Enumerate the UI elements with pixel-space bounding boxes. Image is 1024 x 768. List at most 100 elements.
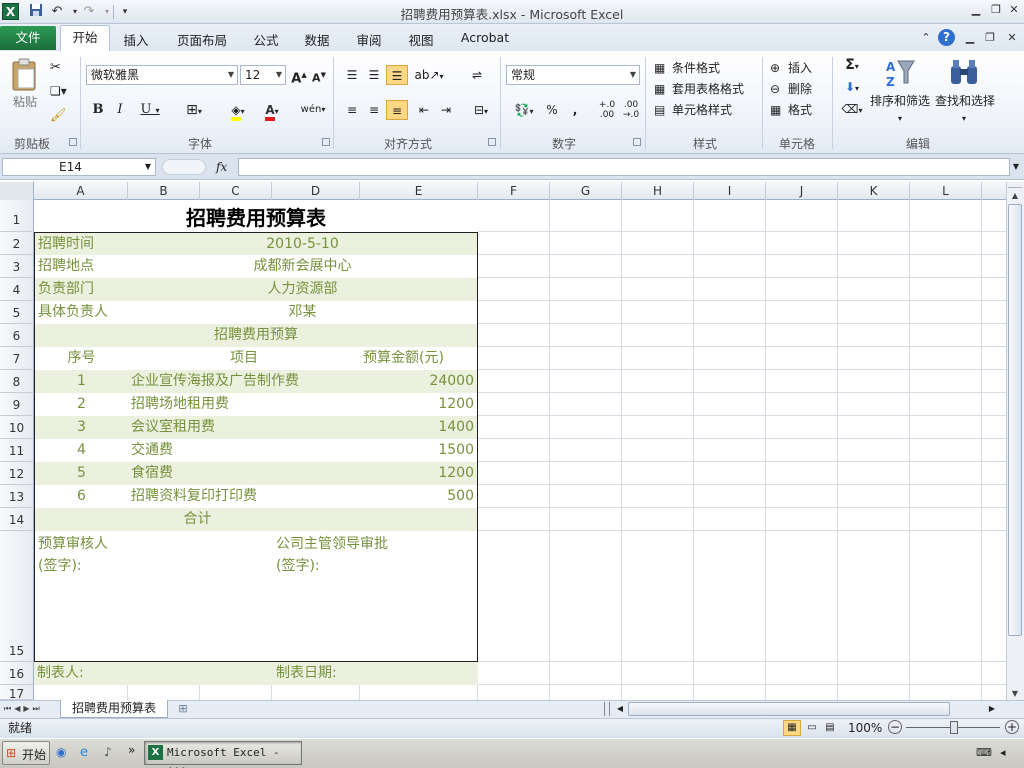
- maker-label[interactable]: 制表人:: [37, 662, 84, 684]
- row-header-10[interactable]: 10: [0, 416, 34, 439]
- column-header-j[interactable]: J: [766, 182, 838, 200]
- place-value[interactable]: 成都新会展中心: [128, 255, 478, 279]
- table-row-item[interactable]: 交通费: [128, 439, 361, 463]
- dept-value[interactable]: 人力资源部: [128, 278, 478, 302]
- page-layout-view-icon[interactable]: ▭: [803, 720, 821, 736]
- italic-icon[interactable]: I: [110, 100, 130, 120]
- horizontal-scroll-thumb[interactable]: [628, 702, 950, 716]
- bold-icon[interactable]: B: [88, 100, 108, 120]
- table-row-item[interactable]: 招聘资料复印打印费: [128, 485, 361, 509]
- tab-insert[interactable]: 插入: [118, 30, 154, 48]
- font-color-icon[interactable]: A▾: [256, 100, 288, 121]
- owner-value[interactable]: 邓某: [128, 301, 478, 325]
- table-row-amount[interactable]: 1400: [360, 416, 478, 440]
- tab-acrobat[interactable]: Acrobat: [456, 30, 514, 48]
- find-select-button[interactable]: 查找和选择: [934, 91, 996, 111]
- tab-formulas[interactable]: 公式: [248, 30, 284, 48]
- workbook-close-icon[interactable]: ✕: [1004, 30, 1020, 46]
- cut-icon[interactable]: ✂: [50, 60, 68, 76]
- wrap-text-icon[interactable]: ⇌: [466, 65, 488, 85]
- row-header-17[interactable]: 17: [0, 685, 34, 700]
- align-top-icon[interactable]: ☰: [342, 65, 362, 85]
- section-header[interactable]: 招聘费用预算: [34, 324, 478, 348]
- media-icon[interactable]: ♪: [104, 745, 120, 761]
- borders-icon[interactable]: ⊞▾: [178, 100, 210, 120]
- fill-icon[interactable]: ⬇▾: [840, 77, 864, 97]
- more-quicklaunch-icon[interactable]: »: [128, 743, 140, 759]
- font-name-combo[interactable]: 微软雅黑 ▼: [86, 65, 238, 85]
- shrink-font-icon[interactable]: A▼: [310, 65, 328, 85]
- sheet-nav-arrows-icon[interactable]: ⏮◀▶⏭: [4, 702, 56, 716]
- row-header-14[interactable]: 14: [0, 508, 34, 531]
- row-header-5[interactable]: 5: [0, 301, 34, 324]
- decrease-decimal-icon[interactable]: .00 →.0: [620, 100, 642, 120]
- zoom-slider-thumb[interactable]: [950, 721, 958, 734]
- zoom-level[interactable]: 100%: [848, 720, 882, 736]
- copy-icon[interactable]: ❏▾: [50, 84, 74, 100]
- paste-icon[interactable]: [10, 58, 40, 92]
- formula-input[interactable]: [238, 158, 1010, 176]
- increase-indent-icon[interactable]: ⇥: [436, 100, 456, 120]
- grow-font-icon[interactable]: A▲: [290, 65, 308, 86]
- dept-label[interactable]: 负责部门: [34, 278, 129, 302]
- row-header-1[interactable]: 1: [0, 200, 34, 232]
- table-row-amount[interactable]: 1200: [360, 393, 478, 417]
- keyboard-icon[interactable]: ⌨: [976, 746, 994, 760]
- minimize-icon[interactable]: ▁: [968, 2, 984, 18]
- table-row-no[interactable]: 4: [34, 439, 129, 463]
- clipboard-launcher-icon[interactable]: [69, 138, 77, 146]
- row-header-3[interactable]: 3: [0, 255, 34, 278]
- column-header-i[interactable]: I: [694, 182, 766, 200]
- tab-file[interactable]: 文件: [0, 26, 56, 50]
- place-label[interactable]: 招聘地点: [34, 255, 129, 279]
- percent-button[interactable]: %: [542, 100, 562, 120]
- table-row-item[interactable]: 企业宣传海报及广告制作费: [128, 370, 361, 394]
- column-header-k[interactable]: K: [838, 182, 910, 200]
- row-header-7[interactable]: 7: [0, 347, 34, 370]
- fill-color-icon[interactable]: ◈▾: [222, 100, 254, 121]
- approver-block[interactable]: 公司主管领导审批 (签字):: [272, 531, 478, 662]
- time-value[interactable]: 2010-5-10: [128, 232, 478, 256]
- row-header-13[interactable]: 13: [0, 485, 34, 508]
- reviewer-block[interactable]: 预算审核人 (签字):: [34, 531, 273, 662]
- tab-home[interactable]: 开始: [60, 25, 110, 52]
- row-header-16[interactable]: 16: [0, 662, 34, 685]
- align-center-icon[interactable]: ≡: [364, 100, 384, 120]
- row-header-12[interactable]: 12: [0, 462, 34, 485]
- number-launcher-icon[interactable]: [633, 138, 641, 146]
- scroll-left-icon[interactable]: ◀: [614, 702, 626, 716]
- align-bottom-icon[interactable]: ☰: [386, 65, 408, 85]
- sort-filter-dropdown-icon[interactable]: ▾: [894, 109, 906, 129]
- sort-filter-button[interactable]: 排序和筛选: [869, 91, 931, 111]
- table-row-amount[interactable]: 1200: [360, 462, 478, 486]
- formula-bar-splitter[interactable]: [162, 159, 206, 175]
- align-right-icon[interactable]: ≡: [386, 100, 408, 120]
- header-no[interactable]: 序号: [34, 347, 129, 371]
- total-value-cell[interactable]: [360, 508, 478, 532]
- table-row-no[interactable]: 3: [34, 416, 129, 440]
- tray-expand-icon[interactable]: ◂: [1000, 746, 1020, 760]
- column-header-f[interactable]: F: [478, 182, 550, 200]
- owner-label[interactable]: 具体负责人: [34, 301, 129, 325]
- accounting-format-icon[interactable]: 💱▾: [508, 100, 540, 120]
- restore-icon[interactable]: ❐: [988, 2, 1004, 18]
- column-header-b[interactable]: B: [128, 182, 200, 200]
- row-header-15[interactable]: 15: [0, 531, 34, 662]
- increase-decimal-icon[interactable]: +.0 .00: [596, 100, 618, 120]
- table-row-amount[interactable]: 1500: [360, 439, 478, 463]
- font-launcher-icon[interactable]: [322, 138, 330, 146]
- header-item[interactable]: 项目: [128, 347, 361, 371]
- expand-formula-bar-icon[interactable]: ▼: [1010, 160, 1022, 174]
- autosum-icon[interactable]: Σ▾: [840, 55, 864, 75]
- vertical-scroll-thumb[interactable]: [1008, 204, 1022, 636]
- time-label[interactable]: 招聘时间: [34, 232, 129, 256]
- split-box[interactable]: [1008, 182, 1022, 188]
- tab-data[interactable]: 数据: [299, 30, 335, 48]
- column-header-h[interactable]: H: [622, 182, 694, 200]
- column-header-d[interactable]: D: [272, 182, 360, 200]
- font-size-combo[interactable]: 12 ▼: [240, 65, 286, 85]
- scroll-right-icon[interactable]: ▶: [986, 702, 998, 716]
- underline-icon[interactable]: U ▾: [134, 100, 166, 120]
- table-row-amount[interactable]: 500: [360, 485, 478, 509]
- sheet-tab-active[interactable]: 招聘费用预算表: [60, 700, 168, 718]
